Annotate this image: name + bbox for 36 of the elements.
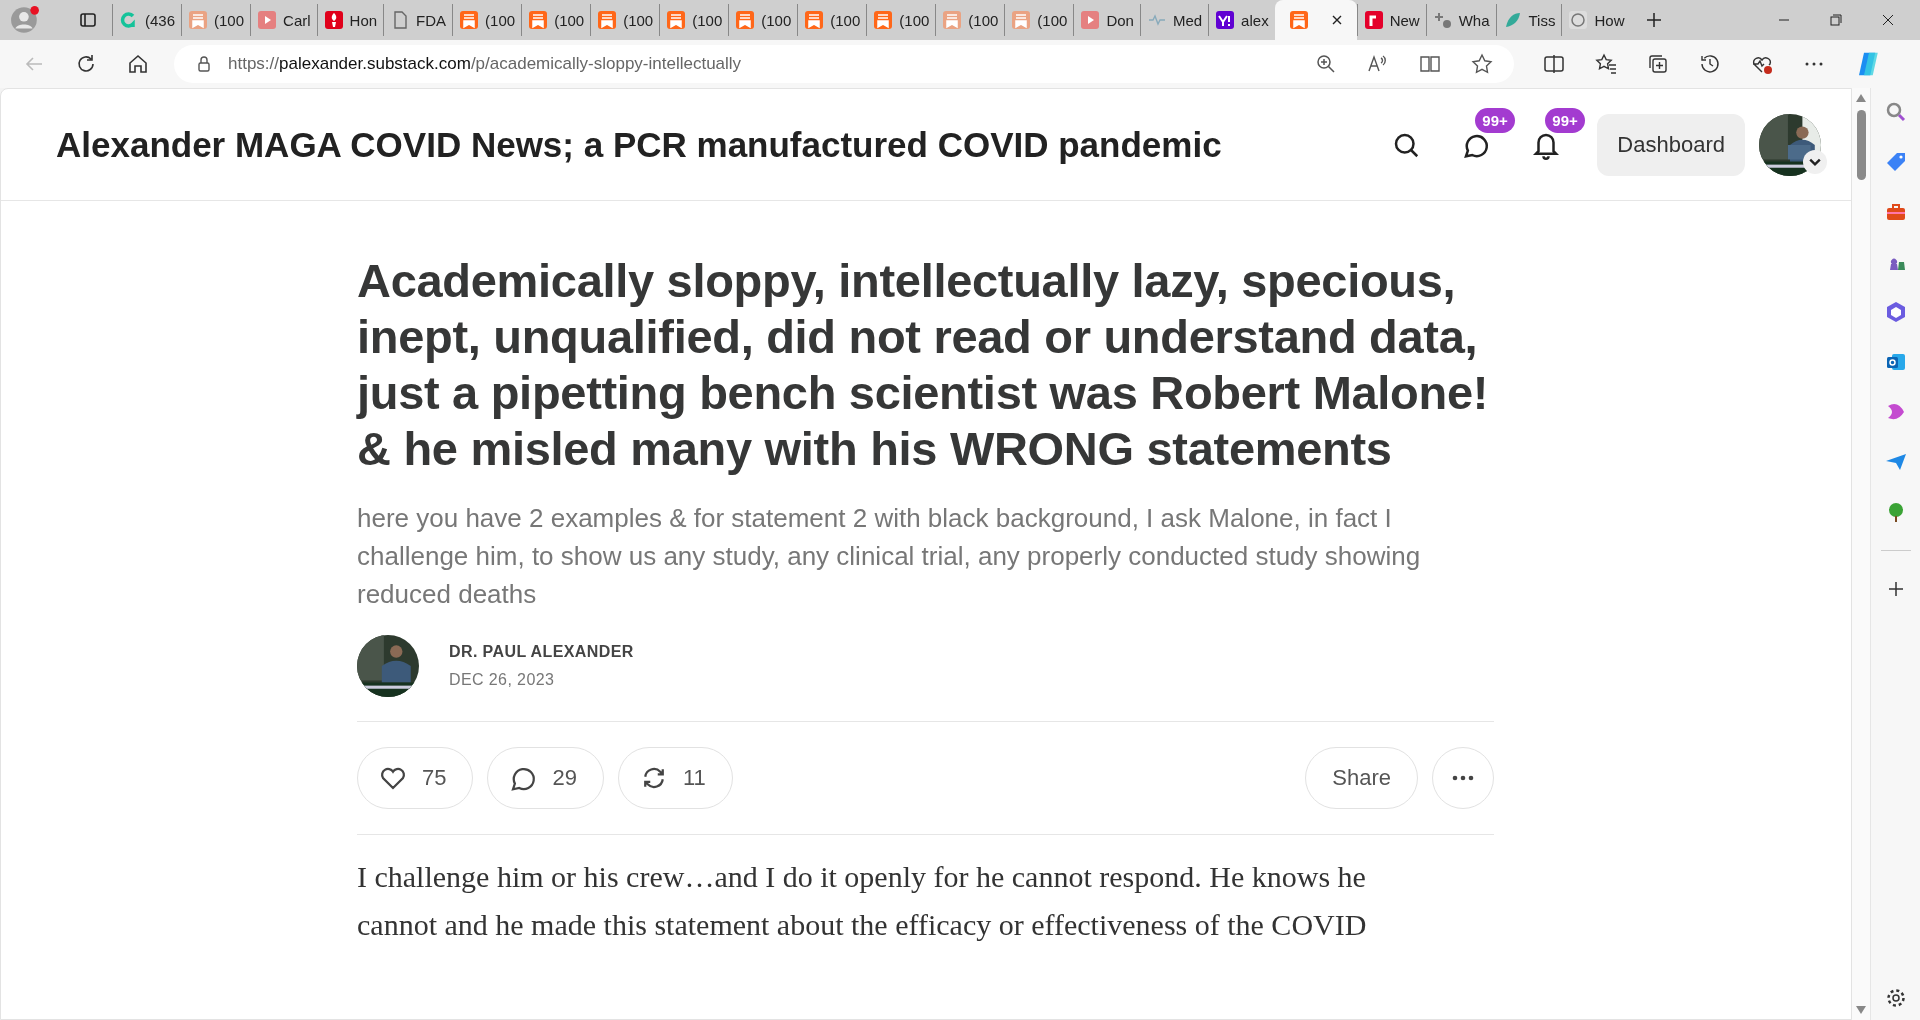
- browser-tab[interactable]: How: [1561, 4, 1631, 36]
- browser-tab[interactable]: (100: [728, 4, 798, 36]
- url-text: https://palexander.substack.com/p/academically-sloppy-intellectually: [228, 54, 742, 74]
- post-title: Academically sloppy, intellectually lazy, specious, inept, unqualified, did not read or understand data, just a pipetting bench scientist was Robert Malone! & he misled many with his WRONG statements: [357, 253, 1490, 477]
- browser-tab[interactable]: Tiss: [1495, 4, 1562, 36]
- browser-tab[interactable]: (100: [1004, 4, 1074, 36]
- site-title[interactable]: Alexander MAGA COVID News; a PCR manufactured COVID pandemic: [56, 124, 1222, 165]
- share-button[interactable]: Share: [1305, 747, 1418, 809]
- like-button[interactable]: 75: [357, 747, 474, 809]
- browser-tab[interactable]: New: [1356, 4, 1426, 36]
- post-body-text: I challenge him or his crew…and I do it openly for he cannot respond. He knows he cannot and he made this statement about the efficacy or effectiveness of the COVID: [357, 859, 1368, 943]
- notification-badge: 99+: [1545, 107, 1585, 133]
- address-bar[interactable]: https://palexander.substack.com/p/academically-sloppy-intellectually: [174, 45, 1514, 83]
- browser-tab[interactable]: (100: [590, 4, 660, 36]
- browser-tab[interactable]: (100: [866, 4, 936, 36]
- browser-tab[interactable]: (100: [797, 4, 867, 36]
- restack-button[interactable]: 11: [617, 747, 733, 809]
- browser-tab[interactable]: Hon: [316, 4, 384, 36]
- browser-tab[interactable]: alex: [1208, 4, 1275, 36]
- comment-button[interactable]: 29: [487, 747, 604, 809]
- dashboard-button[interactable]: Dashboard: [1597, 113, 1745, 176]
- browser-tab[interactable]: (100: [935, 4, 1005, 36]
- browser-tab[interactable]: FDA: [383, 4, 453, 36]
- browser-tab[interactable]: (100: [452, 4, 522, 36]
- browser-tab[interactable]: Carl: [250, 4, 317, 36]
- notification-badge: 99+: [1475, 107, 1515, 133]
- browser-tab[interactable]: Med: [1139, 4, 1209, 36]
- browser-tab[interactable]: (100: [521, 4, 591, 36]
- browser-tab[interactable]: Wha: [1425, 4, 1496, 36]
- author-name[interactable]: DR. PAUL ALEXANDER: [449, 643, 634, 661]
- browser-tab[interactable]: (100: [181, 4, 251, 36]
- browser-tab[interactable]: (100: [659, 4, 729, 36]
- browser-tab[interactable]: (436: [112, 4, 182, 36]
- browser-tab[interactable]: Don: [1073, 4, 1140, 36]
- post-date: DEC 26, 2023: [449, 671, 556, 689]
- post-subtitle: here you have 2 examples & for statement 2 with black background, I ask Malone, in fact I challenge him, to show us any study, any clinical trial, any properly conducted study showing reduced deaths: [357, 502, 1422, 611]
